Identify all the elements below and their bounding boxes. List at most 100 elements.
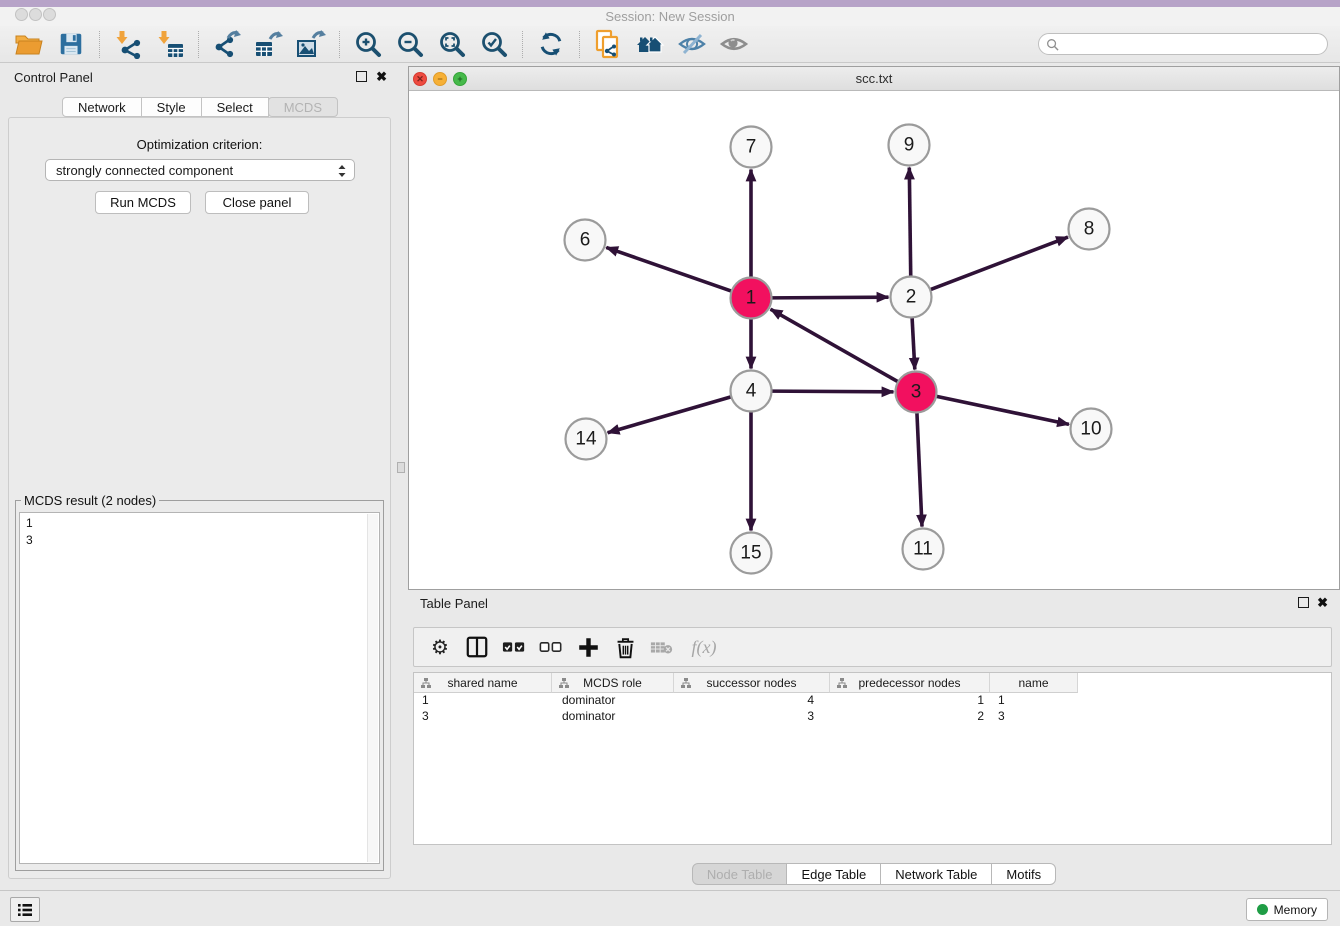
- status-bar: Memory: [0, 890, 1340, 926]
- column-header-MCDS-role[interactable]: MCDS role: [552, 673, 674, 693]
- mcds-result-lines: 1 3: [20, 513, 379, 551]
- delete-column-trash-icon[interactable]: [611, 633, 639, 661]
- edge-3-11[interactable]: [917, 412, 922, 526]
- svg-text:2: 2: [906, 287, 917, 308]
- vertical-splitter-handle[interactable]: [397, 462, 405, 473]
- edge-3-1[interactable]: [771, 309, 899, 382]
- node-6[interactable]: 6: [565, 220, 606, 261]
- select-all-rows-icon[interactable]: [500, 633, 528, 661]
- network-canvas[interactable]: 7 9 6 8 1 2 4 3 14 10 15 11: [409, 91, 1339, 589]
- tab-network[interactable]: Network: [62, 97, 142, 117]
- show-all-eye-icon[interactable]: [719, 29, 749, 59]
- svg-text:9: 9: [904, 135, 915, 156]
- search-input[interactable]: [1064, 37, 1314, 51]
- node-2[interactable]: 2: [891, 277, 932, 318]
- tab-motifs[interactable]: Motifs: [991, 863, 1056, 885]
- node-9[interactable]: 9: [889, 125, 930, 166]
- gear-icon[interactable]: ⚙: [426, 633, 454, 661]
- app-titlebar: Session: New Session: [0, 7, 1340, 26]
- table-row-1[interactable]: 1dominator411: [414, 693, 1331, 709]
- table-row-2[interactable]: 3dominator323: [414, 709, 1331, 725]
- close-panel-button[interactable]: Close panel: [205, 191, 309, 214]
- table-panel-float-button[interactable]: [1298, 597, 1309, 608]
- node-8[interactable]: 8: [1069, 209, 1110, 250]
- edge-4-3[interactable]: [771, 391, 893, 392]
- cell: dominator: [552, 709, 674, 725]
- result-scrollbar[interactable]: [367, 514, 378, 862]
- node-15[interactable]: 15: [731, 533, 772, 574]
- tab-select[interactable]: Select: [201, 97, 269, 117]
- run-mcds-button[interactable]: Run MCDS: [95, 191, 191, 214]
- table-panel-close-icon[interactable]: ✖: [1317, 595, 1328, 611]
- session-title: Session: New Session: [0, 9, 1340, 24]
- control-panel-title: Control Panel: [14, 70, 93, 85]
- open-session-icon[interactable]: [14, 29, 44, 59]
- export-network-icon[interactable]: [212, 29, 242, 59]
- zoom-fit-icon[interactable]: [437, 29, 467, 59]
- edge-1-2[interactable]: [771, 297, 888, 298]
- tab-mcds[interactable]: MCDS: [268, 97, 338, 117]
- main-toolbar: [0, 26, 1340, 63]
- task-history-button[interactable]: [10, 897, 40, 922]
- column-header-successor-nodes[interactable]: successor nodes: [674, 673, 830, 693]
- node-table-header: shared nameMCDS rolesuccessor nodesprede…: [414, 673, 1331, 693]
- control-panel-tabs: NetworkStyleSelectMCDS: [0, 97, 400, 117]
- column-header-predecessor-nodes[interactable]: predecessor nodes: [830, 673, 990, 693]
- import-table-icon[interactable]: [155, 29, 185, 59]
- node-1[interactable]: 1: [731, 278, 772, 319]
- home-view-icon[interactable]: [635, 29, 665, 59]
- edge-2-8[interactable]: [930, 237, 1068, 290]
- node-4[interactable]: 4: [731, 371, 772, 412]
- column-header-name[interactable]: name: [990, 673, 1078, 693]
- svg-text:15: 15: [740, 543, 761, 564]
- node-7[interactable]: 7: [731, 127, 772, 168]
- node-3[interactable]: 3: [896, 372, 937, 413]
- export-table-icon[interactable]: [254, 29, 284, 59]
- refresh-layout-icon[interactable]: [536, 29, 566, 59]
- node-table-body: 1dominator4113dominator323: [414, 693, 1331, 725]
- add-column-icon[interactable]: [574, 633, 602, 661]
- node-11[interactable]: 11: [903, 529, 944, 570]
- tab-network-table[interactable]: Network Table: [880, 863, 992, 885]
- edge-1-6[interactable]: [606, 247, 731, 291]
- optimization-criterion-label: Optimization criterion:: [9, 137, 390, 152]
- table-panel: Table Panel ✖ ⚙ f(x) shared nameMCDS rol…: [408, 590, 1340, 890]
- delete-table-icon: [648, 633, 676, 661]
- table-panel-title: Table Panel: [420, 596, 488, 611]
- search-field[interactable]: [1038, 33, 1328, 55]
- clone-network-icon[interactable]: [593, 29, 623, 59]
- hide-selected-eye-icon[interactable]: [677, 29, 707, 59]
- column-header-shared-name[interactable]: shared name: [414, 673, 552, 693]
- cell: 1: [414, 693, 552, 709]
- node-14[interactable]: 14: [566, 419, 607, 460]
- tab-node-table[interactable]: Node Table: [692, 863, 788, 885]
- svg-text:14: 14: [575, 429, 597, 450]
- zoom-out-icon[interactable]: [395, 29, 425, 59]
- svg-text:4: 4: [746, 381, 757, 402]
- control-panel-close-icon[interactable]: ✖: [376, 69, 387, 85]
- edge-2-3[interactable]: [912, 317, 915, 369]
- memory-button[interactable]: Memory: [1246, 898, 1328, 921]
- control-panel-float-button[interactable]: [356, 71, 367, 82]
- zoom-selected-icon[interactable]: [479, 29, 509, 59]
- tab-style[interactable]: Style: [141, 97, 202, 117]
- mcds-result-textarea[interactable]: 1 3: [19, 512, 380, 864]
- list-icon: [16, 902, 34, 918]
- column-layout-icon[interactable]: [463, 633, 491, 661]
- edge-3-10[interactable]: [936, 396, 1069, 424]
- toolbar-separator: [522, 31, 523, 58]
- criterion-select[interactable]: strongly connected component: [45, 159, 355, 181]
- network-window-titlebar[interactable]: ✕ − + scc.txt: [409, 67, 1339, 91]
- network-view-window: ✕ − + scc.txt 7 9 6 8 1 2 4 3 14 10 15 11: [408, 66, 1340, 590]
- svg-text:11: 11: [913, 539, 933, 560]
- import-network-icon[interactable]: [113, 29, 143, 59]
- export-image-icon[interactable]: [296, 29, 326, 59]
- edge-2-9[interactable]: [909, 167, 910, 276]
- tab-edge-table[interactable]: Edge Table: [786, 863, 881, 885]
- deselect-all-rows-icon[interactable]: [537, 633, 565, 661]
- zoom-in-icon[interactable]: [353, 29, 383, 59]
- cell: 1: [830, 693, 990, 709]
- edge-4-14[interactable]: [608, 397, 732, 433]
- node-10[interactable]: 10: [1071, 409, 1112, 450]
- save-session-icon[interactable]: [56, 29, 86, 59]
